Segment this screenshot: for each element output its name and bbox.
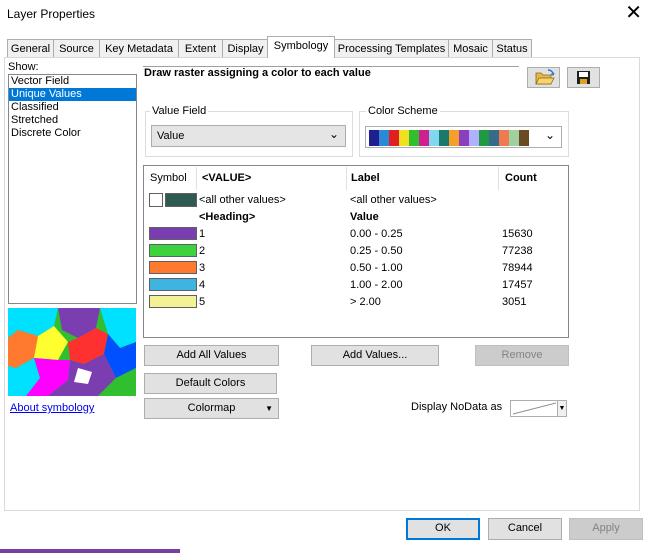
heading-value: <Heading> xyxy=(199,211,256,223)
header-count[interactable]: Count xyxy=(505,172,537,184)
show-item-classified[interactable]: Classified xyxy=(9,101,136,114)
add-all-values-button[interactable]: Add All Values xyxy=(144,345,279,366)
all-other-checkbox[interactable] xyxy=(149,193,163,207)
row-3-count: 78944 xyxy=(502,262,533,274)
window-title: Layer Properties xyxy=(7,7,96,21)
column-separator xyxy=(346,167,347,190)
row-2-value: 2 xyxy=(199,245,206,257)
cancel-button[interactable]: Cancel xyxy=(488,518,562,540)
color-scheme-swatch xyxy=(399,130,409,146)
show-item-discrete-color[interactable]: Discrete Color xyxy=(9,127,136,140)
remove-button[interactable]: Remove xyxy=(475,345,569,366)
color-scheme-swatch xyxy=(499,130,509,146)
color-scheme-swatch xyxy=(379,130,389,146)
show-list[interactable]: Vector Field Unique Values Classified St… xyxy=(8,74,137,304)
row-3-label[interactable]: 0.50 - 1.00 xyxy=(350,262,403,274)
dropdown-arrow-icon: ▼ xyxy=(265,404,273,413)
value-field-select[interactable]: Value ⌄ xyxy=(151,125,346,147)
color-scheme-swatch xyxy=(469,130,479,146)
row-4-value: 4 xyxy=(199,279,206,291)
row-2-symbol[interactable] xyxy=(149,244,197,257)
nodata-label: Display NoData as xyxy=(411,401,503,413)
color-scheme-swatch xyxy=(479,130,489,146)
show-item-vector-field[interactable]: Vector Field xyxy=(9,75,136,88)
row-1-count: 15630 xyxy=(502,228,533,240)
all-other-value: <all other values> xyxy=(199,194,286,206)
row-1-symbol[interactable] xyxy=(149,227,197,240)
tab-display[interactable]: Display xyxy=(222,39,269,58)
color-scheme-swatch xyxy=(409,130,419,146)
row-1-value: 1 xyxy=(199,228,206,240)
tab-symbology[interactable]: Symbology xyxy=(267,36,335,58)
colormap-label: Colormap xyxy=(187,402,236,414)
header-label[interactable]: Label xyxy=(351,172,380,184)
row-5-label[interactable]: > 2.00 xyxy=(350,296,381,308)
about-symbology-link[interactable]: About symbology xyxy=(10,402,94,414)
row-4-symbol[interactable] xyxy=(149,278,197,291)
add-values-button[interactable]: Add Values... xyxy=(311,345,439,366)
save-button[interactable] xyxy=(567,67,600,88)
tab-general[interactable]: General xyxy=(7,39,54,58)
default-colors-button[interactable]: Default Colors xyxy=(144,373,277,394)
color-scheme-label: Color Scheme xyxy=(366,105,440,117)
tab-status[interactable]: Status xyxy=(492,39,532,58)
apply-button[interactable]: Apply xyxy=(569,518,643,540)
tab-key-metadata[interactable]: Key Metadata xyxy=(99,39,179,58)
nodata-color-picker[interactable]: ▼ xyxy=(510,400,567,417)
color-scheme-swatch xyxy=(369,130,379,146)
column-separator xyxy=(196,167,197,190)
show-label: Show: xyxy=(8,61,39,73)
open-button[interactable] xyxy=(527,67,560,88)
color-scheme-swatch xyxy=(429,130,439,146)
row-2-label[interactable]: 0.25 - 0.50 xyxy=(350,245,403,257)
all-other-label[interactable]: <all other values> xyxy=(350,194,437,206)
color-scheme-swatch xyxy=(509,130,519,146)
color-scheme-swatch xyxy=(519,130,529,146)
row-4-label[interactable]: 1.00 - 2.00 xyxy=(350,279,403,291)
ok-button[interactable]: OK xyxy=(406,518,480,540)
close-icon[interactable]: ✕ xyxy=(625,3,642,23)
column-separator xyxy=(498,167,499,190)
header-symbol[interactable]: Symbol xyxy=(150,172,187,184)
color-scheme-swatch xyxy=(489,130,499,146)
chevron-down-icon: ⌄ xyxy=(328,127,339,141)
show-item-stretched[interactable]: Stretched xyxy=(9,114,136,127)
color-scheme-select[interactable]: ⌄ xyxy=(365,126,562,148)
color-scheme-swatch xyxy=(439,130,449,146)
row-1-label[interactable]: 0.00 - 0.25 xyxy=(350,228,403,240)
color-scheme-swatch xyxy=(459,130,469,146)
tab-extent[interactable]: Extent xyxy=(178,39,223,58)
symbology-preview-image xyxy=(8,308,136,396)
header-value[interactable]: <VALUE> xyxy=(202,172,251,184)
value-field-label: Value Field xyxy=(150,105,209,117)
color-scheme-swatch xyxy=(389,130,399,146)
color-scheme-swatch xyxy=(449,130,459,146)
folder-open-icon xyxy=(535,69,555,85)
heading-label: Value xyxy=(350,211,379,223)
tab-processing-templates[interactable]: Processing Templates xyxy=(334,39,449,58)
color-scheme-swatch xyxy=(419,130,429,146)
value-field-selected: Value xyxy=(157,130,185,142)
taskbar-accent xyxy=(0,549,180,553)
row-5-value: 5 xyxy=(199,296,206,308)
row-4-count: 17457 xyxy=(502,279,533,291)
row-3-symbol[interactable] xyxy=(149,261,197,274)
row-5-count: 3051 xyxy=(502,296,527,308)
renderer-description: Draw raster assigning a color to each va… xyxy=(144,67,371,79)
tab-mosaic[interactable]: Mosaic xyxy=(448,39,493,58)
no-color-icon xyxy=(512,402,557,415)
all-other-symbol[interactable] xyxy=(165,193,197,207)
dropdown-arrow-icon[interactable]: ▼ xyxy=(557,401,566,416)
tab-source[interactable]: Source xyxy=(53,39,100,58)
colormap-button[interactable]: Colormap ▼ xyxy=(144,398,279,419)
color-scheme-swatches xyxy=(369,130,529,146)
row-5-symbol[interactable] xyxy=(149,295,197,308)
save-icon xyxy=(577,71,590,84)
show-item-unique-values[interactable]: Unique Values xyxy=(9,88,136,101)
row-3-value: 3 xyxy=(199,262,206,274)
title-bar: Layer Properties ✕ xyxy=(0,0,656,30)
chevron-down-icon: ⌄ xyxy=(544,128,555,142)
row-2-count: 77238 xyxy=(502,245,533,257)
